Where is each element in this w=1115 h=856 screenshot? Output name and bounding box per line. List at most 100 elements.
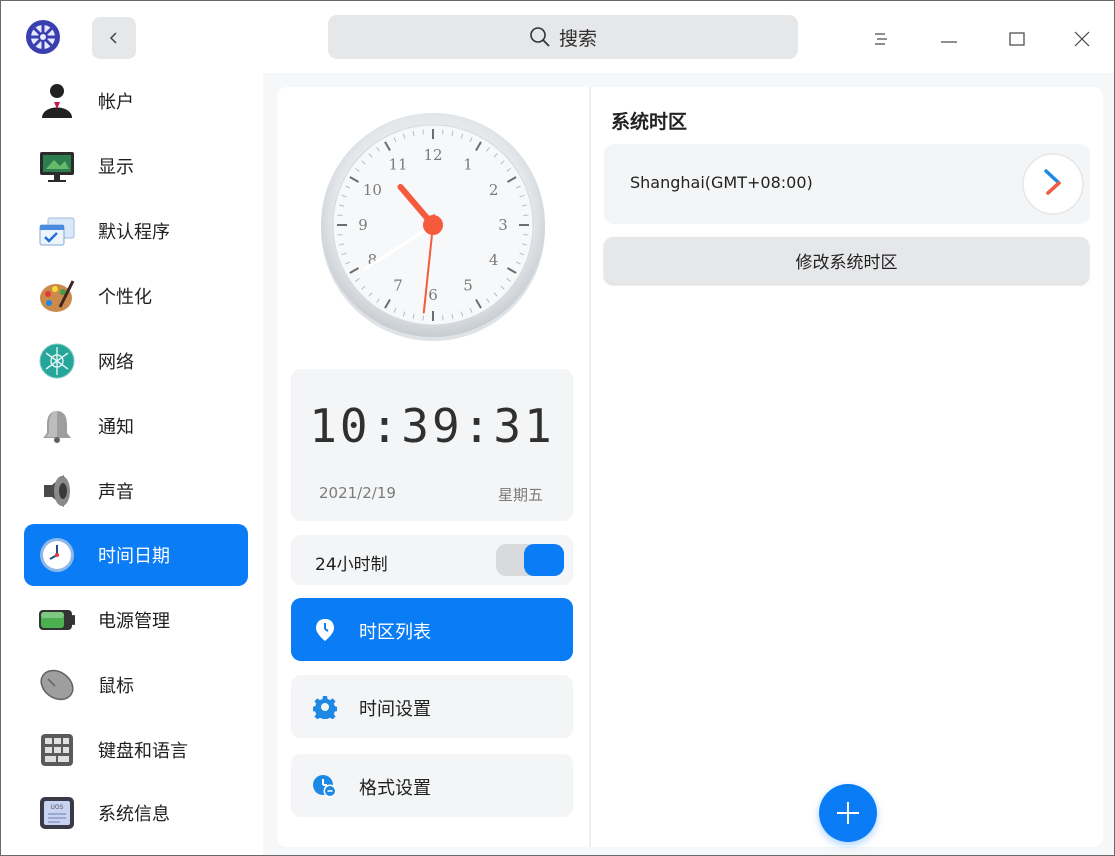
sidebar-item-mouse[interactable]: 鼠标	[24, 654, 248, 716]
sidebar-item-label: 显示	[98, 157, 134, 178]
close-icon	[1074, 31, 1090, 47]
sidebar-item-label: 通知	[98, 417, 134, 438]
clock-number: 7	[393, 277, 403, 295]
network-icon	[39, 343, 75, 379]
sidebar-item-display[interactable]: 显示	[24, 135, 248, 197]
sidebar-item-label: 电源管理	[98, 611, 170, 632]
clock-number: 2	[489, 181, 499, 199]
clock-icon	[40, 538, 74, 572]
svg-text:UOS: UOS	[51, 804, 64, 811]
sidebar-item-datetime[interactable]: 时间日期	[24, 524, 248, 586]
menu-icon	[875, 33, 887, 45]
sidebar-item-label: 时间日期	[98, 546, 170, 567]
app-logo-icon	[26, 20, 60, 54]
sidebar-item-label: 鼠标	[98, 676, 134, 697]
mouse-icon	[40, 669, 74, 701]
keyboard-icon	[41, 734, 73, 766]
search-input[interactable]: 搜索	[328, 15, 798, 59]
location-pin-icon	[316, 619, 334, 641]
speaker-icon	[44, 475, 70, 507]
clock-tick	[422, 129, 424, 135]
nav-label: 时间设置	[359, 699, 431, 720]
hour24-label: 24小时制	[315, 555, 388, 575]
battery-icon	[39, 610, 75, 630]
sidebar-item-label: 系统信息	[98, 804, 170, 825]
current-date: 2021/2/19	[319, 484, 396, 502]
account-icon	[42, 84, 72, 118]
display-icon	[40, 152, 74, 182]
sidebar-item-network[interactable]: 网络	[24, 330, 248, 392]
timezone-clock-icon	[1022, 153, 1084, 215]
hour24-toggle[interactable]	[496, 544, 564, 576]
current-weekday: 星期五	[497, 486, 543, 504]
default-apps-icon	[39, 217, 75, 246]
sidebar-item-notification[interactable]: 通知	[24, 395, 248, 457]
timezone-card: Shanghai(GMT+08:00)	[604, 144, 1090, 224]
sidebar-item-label: 帐户	[98, 92, 134, 113]
sidebar-item-label: 默认程序	[98, 222, 170, 243]
analog-clock: 121234567891011	[321, 113, 545, 341]
back-button[interactable]	[92, 17, 136, 59]
clock-number: 3	[498, 216, 508, 234]
timezone-list-button[interactable]: 时区列表	[291, 598, 573, 661]
sidebar-item-label: 网络	[98, 352, 134, 373]
sidebar-item-label: 键盘和语言	[98, 741, 188, 762]
clock-tick	[422, 315, 424, 321]
nav-label: 时区列表	[359, 622, 431, 643]
clock-tick	[442, 315, 444, 321]
sidebar-item-keyboard[interactable]: 键盘和语言	[24, 719, 248, 781]
clock-number: 6	[428, 286, 438, 304]
sidebar-item-default-apps[interactable]: 默认程序	[24, 200, 248, 262]
digital-clock-card: 10:39:31 2021/2/19 星期五	[291, 369, 573, 521]
clock-tick	[523, 234, 529, 236]
hour24-row: 24小时制	[291, 535, 573, 585]
minimize-button[interactable]	[931, 21, 967, 57]
clock-number: 1	[463, 155, 473, 173]
close-button[interactable]	[1064, 21, 1100, 57]
clock-number: 4	[489, 251, 499, 269]
sidebar-item-personalization[interactable]: 个性化	[24, 265, 248, 327]
change-timezone-button[interactable]: 修改系统时区	[604, 237, 1089, 284]
maximize-button[interactable]	[999, 21, 1035, 57]
clock-number: 10	[363, 181, 382, 199]
bell-icon	[43, 411, 71, 443]
format-icon	[313, 775, 337, 798]
digital-time: 10:39:31	[309, 399, 555, 453]
search-icon	[530, 27, 550, 47]
sidebar-item-label: 声音	[98, 482, 134, 503]
clock-tick	[337, 214, 343, 216]
control-center-window: 搜索 帐户 显示 默认程序 个性化 网络 通知 声音 时间日期 电源管理 鼠标 …	[0, 0, 1115, 856]
system-info-icon: UOS	[40, 797, 74, 829]
timezone-name: Shanghai(GMT+08:00)	[630, 173, 813, 192]
format-settings-button[interactable]: 格式设置	[291, 754, 573, 817]
add-timezone-button[interactable]	[819, 784, 877, 842]
plus-icon	[837, 802, 859, 824]
titlebar: 搜索	[1, 1, 1114, 73]
personalization-icon	[40, 280, 75, 312]
datetime-settings-panel: 12 1 2 3 4 5 6 7 8 9 10 11 10:39:31 2021/2/19 星期五 2…	[277, 87, 589, 847]
clock-tick	[337, 234, 343, 236]
timezone-panel: 系统时区 Shanghai(GMT+08:00) 修改系统时区	[591, 87, 1103, 847]
nav-label: 格式设置	[359, 778, 431, 799]
clock-tick	[442, 129, 444, 135]
sidebar-item-system-info[interactable]: UOS 系统信息	[24, 782, 248, 844]
sidebar-item-label: 个性化	[98, 287, 152, 308]
clock-tick	[523, 214, 529, 216]
clock-number: 12	[423, 146, 442, 164]
chevron-left-icon	[109, 32, 117, 44]
toggle-knob	[524, 544, 564, 576]
gear-icon	[313, 696, 337, 719]
maximize-icon	[1009, 32, 1025, 46]
clock-number: 9	[358, 216, 368, 234]
time-settings-button[interactable]: 时间设置	[291, 675, 573, 738]
timezone-section-title: 系统时区	[611, 111, 688, 133]
minimize-icon	[941, 41, 957, 43]
clock-number: 5	[463, 277, 473, 295]
search-placeholder: 搜索	[558, 27, 597, 50]
sidebar-item-sound[interactable]: 声音	[24, 460, 248, 522]
menu-button[interactable]	[863, 21, 899, 57]
sidebar-item-power[interactable]: 电源管理	[24, 589, 248, 651]
sidebar: 帐户 显示 默认程序 个性化 网络 通知 声音 时间日期 电源管理 鼠标 键盘和…	[1, 70, 263, 855]
clock-number: 11	[388, 155, 407, 173]
sidebar-item-account[interactable]: 帐户	[24, 70, 248, 132]
